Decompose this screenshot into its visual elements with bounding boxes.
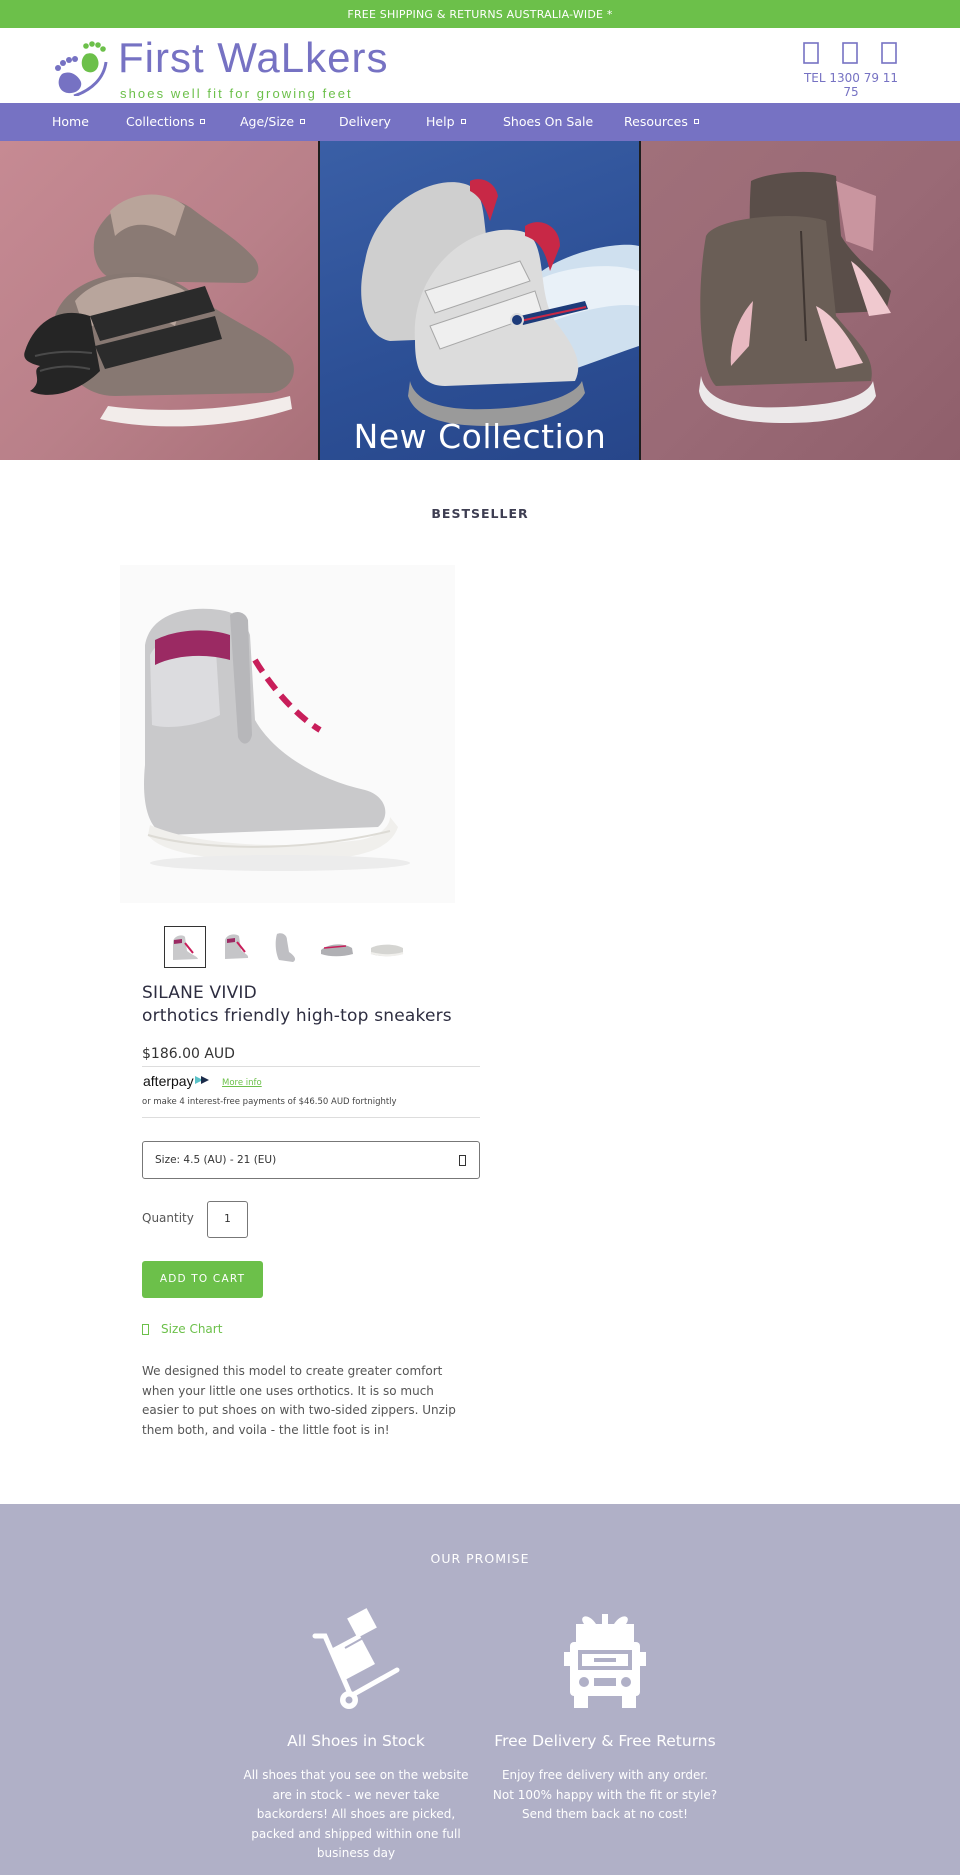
user-icon[interactable] bbox=[837, 40, 863, 66]
size-select-value: Size: 4.5 (AU) - 21 (EU) bbox=[155, 1154, 277, 1166]
hero-image-grey-sneakers: New Collection bbox=[320, 141, 639, 460]
nav-item-resources[interactable]: Resources bbox=[624, 103, 699, 141]
divider bbox=[142, 1066, 480, 1067]
logo[interactable]: First WaLkers shoes well fit for growing… bbox=[52, 34, 387, 101]
quantity-label: Quantity bbox=[142, 1211, 194, 1225]
afterpay-logo: afterpay bbox=[143, 1073, 210, 1089]
thumbnail-5[interactable] bbox=[366, 926, 408, 968]
size-chart-label: Size Chart bbox=[161, 1322, 223, 1336]
promise-title: OUR PROMISE bbox=[430, 1551, 530, 1566]
promise-section: OUR PROMISE All Shoes in Stock All shoes… bbox=[0, 1504, 960, 1875]
nav-item-age-size[interactable]: Age/Size bbox=[240, 103, 306, 141]
main-nav: Home Collections Age/Size Delivery Help … bbox=[0, 103, 960, 141]
hero-image-ankle-boots bbox=[641, 141, 960, 460]
select-arrow-icon bbox=[459, 1155, 466, 1166]
dropdown-icon bbox=[460, 119, 466, 124]
promise-heading: Free Delivery & Free Returns bbox=[494, 1732, 716, 1750]
announcement-bar: FREE SHIPPING & RETURNS AUSTRALIA-WIDE * bbox=[0, 0, 960, 28]
nav-label: Home bbox=[52, 114, 89, 129]
nav-item-help[interactable]: Help bbox=[426, 103, 466, 141]
promise-text: Enjoy free delivery with any order. Not … bbox=[492, 1768, 718, 1821]
dropdown-icon bbox=[300, 119, 306, 124]
brand-name: First WaLkers bbox=[118, 34, 389, 81]
thumbnail-4[interactable] bbox=[316, 926, 358, 968]
hero-banner[interactable]: New Collection bbox=[0, 141, 960, 460]
dropdown-icon bbox=[693, 119, 699, 124]
product-main-image[interactable] bbox=[120, 565, 455, 903]
thumbnail-3[interactable] bbox=[265, 926, 307, 968]
nav-label: Age/Size bbox=[240, 114, 295, 129]
nav-item-shoes-on-sale[interactable]: Shoes On Sale bbox=[503, 103, 593, 141]
site-header: First WaLkers shoes well fit for growing… bbox=[0, 28, 960, 103]
header-icons bbox=[798, 40, 902, 66]
thumbnail-1[interactable] bbox=[164, 926, 206, 968]
dropdown-icon bbox=[200, 119, 206, 124]
add-to-cart-button[interactable]: ADD TO CART bbox=[142, 1261, 263, 1298]
brand-tagline: shoes well fit for growing feet bbox=[120, 86, 353, 101]
section-title: BESTSELLER bbox=[431, 506, 529, 521]
hero-image-winged-sneakers bbox=[0, 141, 318, 460]
size-chart-icon bbox=[142, 1324, 149, 1335]
product-title: SILANE VIVID bbox=[142, 983, 257, 1003]
hand-truck-icon bbox=[312, 1608, 400, 1709]
nav-item-collections[interactable]: Collections bbox=[126, 103, 206, 141]
afterpay-more-info-link[interactable]: More info bbox=[222, 1078, 262, 1088]
delivery-truck-icon bbox=[564, 1614, 646, 1708]
size-select[interactable]: Size: 4.5 (AU) - 21 (EU) bbox=[142, 1141, 480, 1179]
nav-label: Shoes On Sale bbox=[503, 114, 594, 129]
afterpay-note: or make 4 interest-free payments of $46.… bbox=[142, 1097, 397, 1107]
nav-label: Collections bbox=[126, 114, 195, 129]
thumbnail-2[interactable] bbox=[215, 926, 257, 968]
quantity-input[interactable]: 1 bbox=[207, 1201, 248, 1238]
promise-heading: All Shoes in Stock bbox=[287, 1732, 425, 1750]
product-price: $186.00 AUD bbox=[142, 1046, 235, 1062]
nav-label: Delivery bbox=[339, 114, 391, 129]
phone-number[interactable]: TEL 1300 79 11 75 bbox=[795, 71, 907, 99]
hero-caption: New Collection bbox=[353, 417, 607, 456]
nav-label: Resources bbox=[624, 114, 688, 129]
feet-logo-icon bbox=[55, 41, 108, 96]
divider bbox=[142, 1117, 480, 1118]
product-description: We designed this model to create greater… bbox=[142, 1364, 456, 1437]
afterpay-arrows-icon bbox=[194, 1076, 209, 1084]
afterpay-wordmark: afterpay bbox=[143, 1073, 194, 1089]
search-icon[interactable] bbox=[798, 40, 824, 66]
product-subtitle: orthotics friendly high-top sneakers bbox=[142, 1006, 452, 1026]
nav-item-home[interactable]: Home bbox=[52, 103, 89, 141]
nav-item-delivery[interactable]: Delivery bbox=[339, 103, 391, 141]
nav-label: Help bbox=[426, 114, 455, 129]
cart-icon[interactable] bbox=[876, 40, 902, 66]
promise-text: All shoes that you see on the website ar… bbox=[243, 1768, 469, 1860]
